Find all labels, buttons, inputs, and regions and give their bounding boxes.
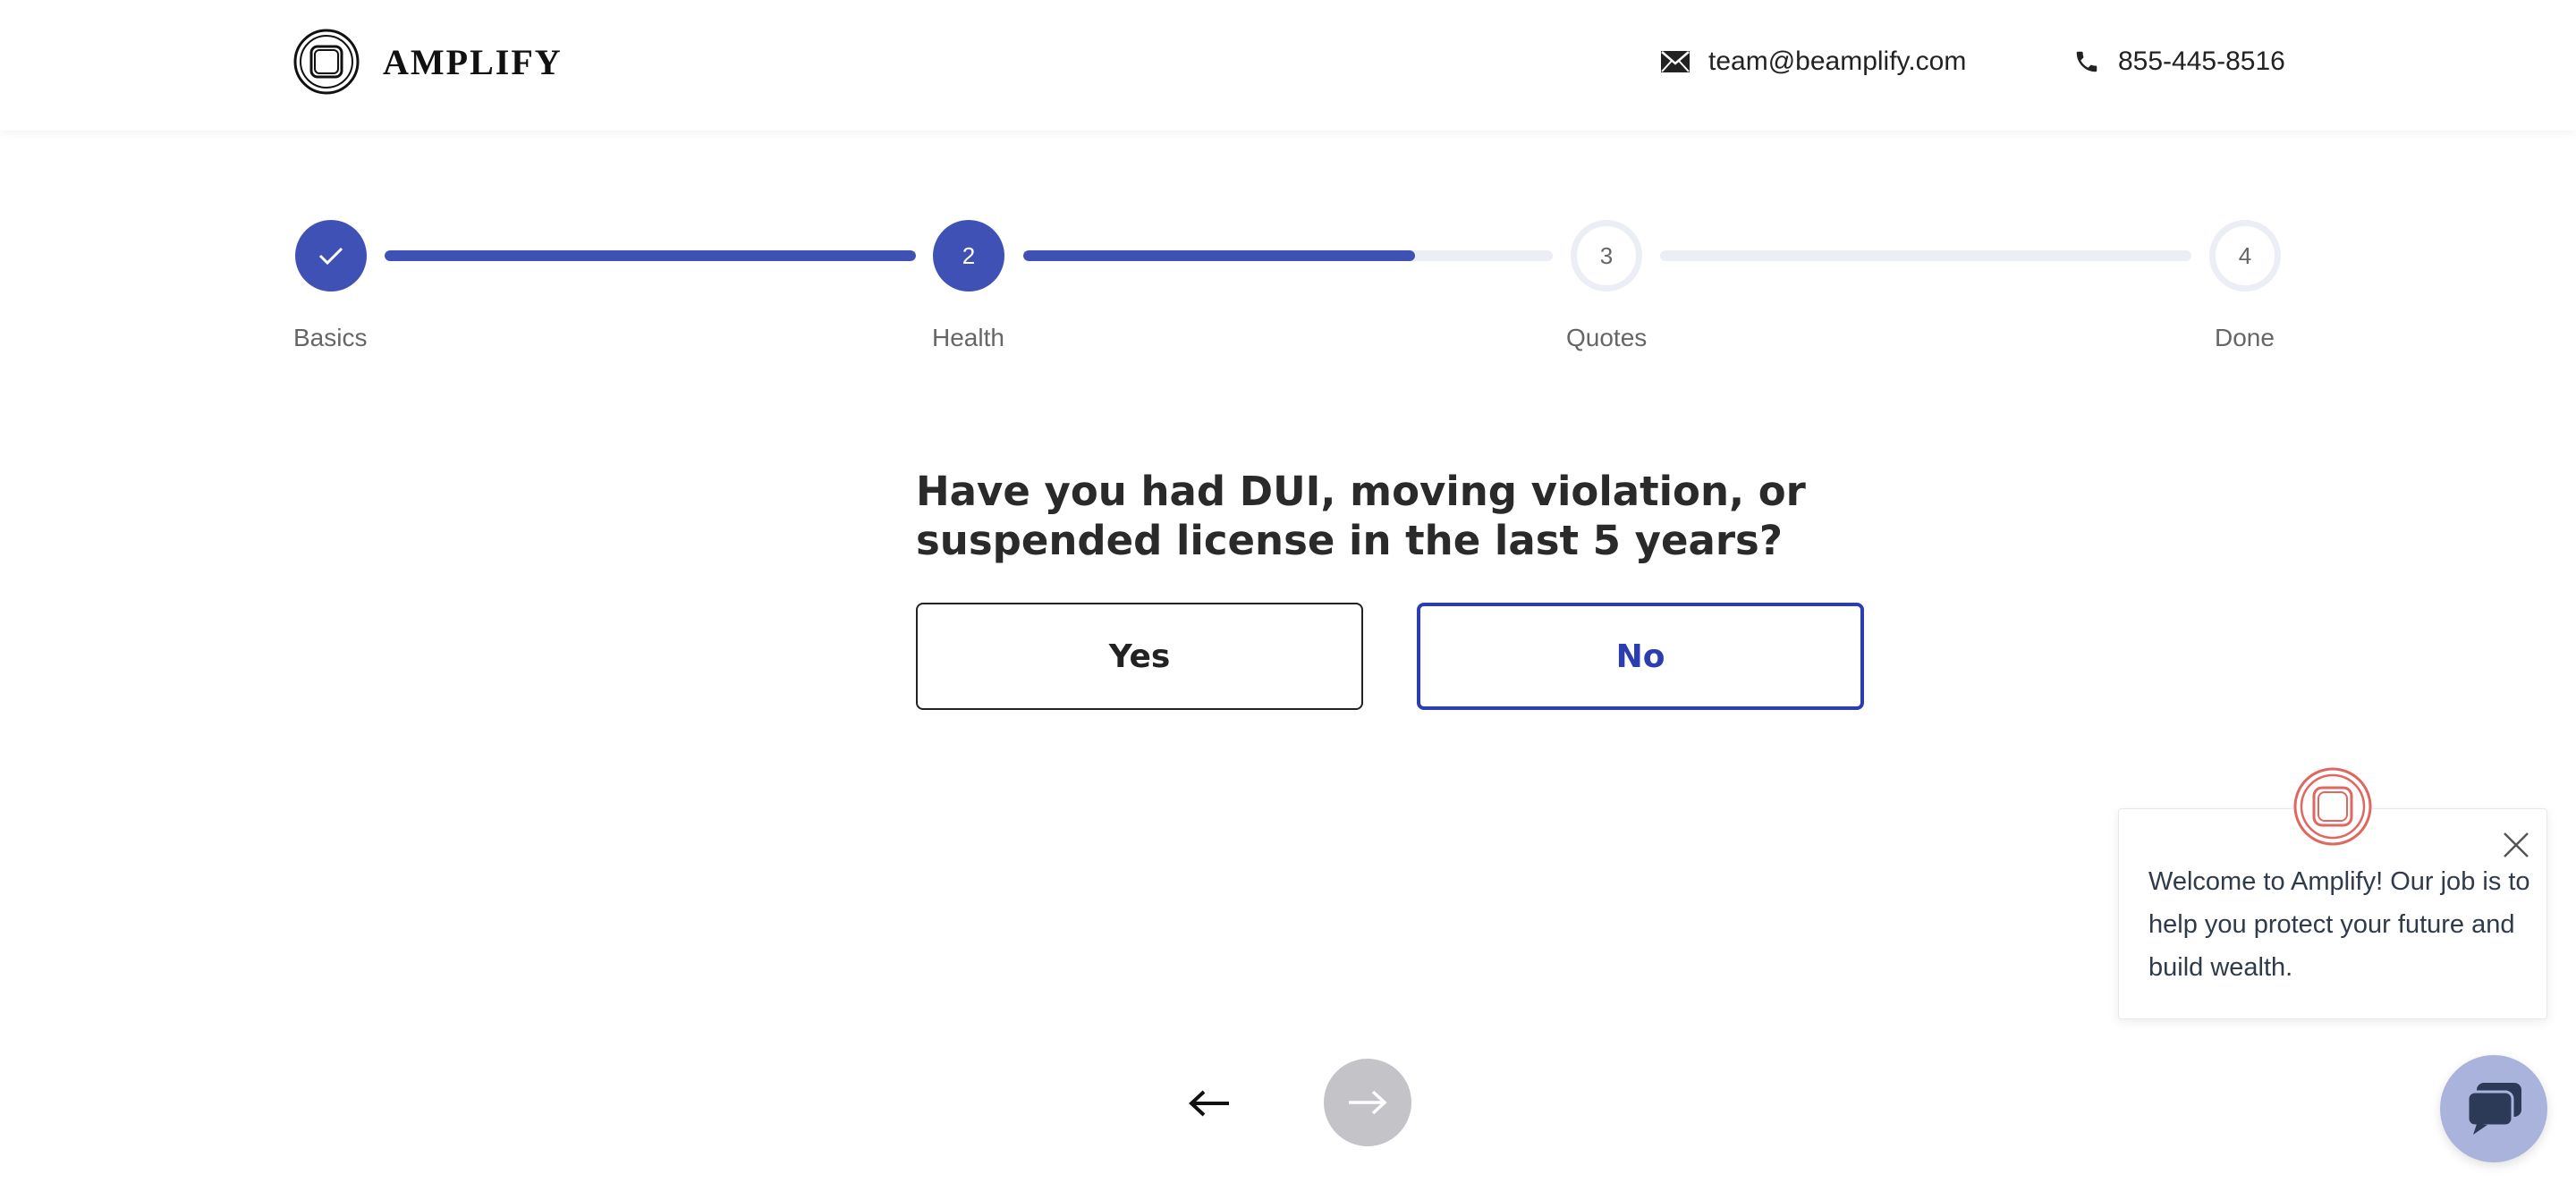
check-icon <box>318 247 343 266</box>
answer-no-button[interactable]: No <box>1417 603 1864 710</box>
step-number: 3 <box>1599 241 1614 269</box>
next-button[interactable] <box>1324 1059 1411 1146</box>
question-title: Have you had DUI, moving violation, or s… <box>916 468 1806 564</box>
step-label-quotes: Quotes <box>1566 324 1648 351</box>
step-done: 4 <box>2209 220 2281 291</box>
chat-bubble-icon <box>2466 1083 2521 1135</box>
progress-track-2 <box>1023 250 1553 261</box>
chat-logo-icon <box>2293 767 2372 846</box>
progress-fill-2 <box>1023 250 1416 261</box>
arrow-right-icon <box>1349 1090 1387 1115</box>
step-number: 2 <box>962 241 976 269</box>
progress-fill-1 <box>385 250 916 261</box>
chat-launcher-button[interactable] <box>2440 1055 2547 1162</box>
step-label-done: Done <box>2215 324 2275 351</box>
step-number: 4 <box>2238 241 2252 269</box>
chat-welcome-message: Welcome to Amplify! Our job is to help y… <box>2148 867 2530 982</box>
step-quotes: 3 <box>1571 220 1642 291</box>
step-label-health: Health <box>932 324 1004 351</box>
back-button[interactable] <box>1182 1077 1236 1130</box>
progress-stepper: 2 3 4 Basics Health Quotes Done <box>0 0 2576 376</box>
progress-track-1 <box>385 250 916 261</box>
close-icon[interactable] <box>2501 830 2531 860</box>
step-label-basics: Basics <box>293 324 368 351</box>
step-basics[interactable] <box>295 220 367 291</box>
arrow-left-icon <box>1189 1090 1229 1117</box>
step-health[interactable]: 2 <box>933 220 1004 291</box>
answer-yes-button[interactable]: Yes <box>916 603 1363 710</box>
progress-track-3 <box>1660 250 2191 261</box>
